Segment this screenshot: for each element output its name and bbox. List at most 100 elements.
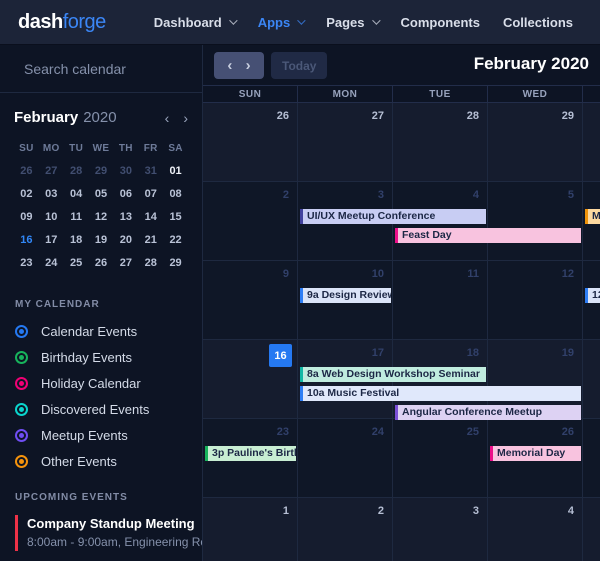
chevron-left-icon[interactable]: ‹ — [165, 111, 170, 125]
cell-date-number: 24 — [372, 426, 384, 438]
calendar-day-cell[interactable]: 28 — [393, 103, 488, 182]
mini-calendar-date[interactable]: 04 — [64, 183, 89, 206]
calendar-event[interactable]: 9a Design Review — [300, 288, 391, 303]
calendar-day-cell[interactable]: 11 — [393, 261, 488, 340]
search-input[interactable] — [24, 61, 203, 77]
calendar-color-dot — [19, 381, 24, 386]
cell-date-number: 11 — [467, 268, 479, 280]
calendar-day-cell[interactable]: 26 — [203, 103, 298, 182]
mini-calendar-date[interactable]: 26 — [89, 252, 114, 275]
mini-calendar-date[interactable]: 27 — [113, 252, 138, 275]
mini-calendar-date[interactable]: 07 — [138, 183, 163, 206]
calendar-event[interactable]: My — [585, 209, 600, 224]
mini-calendar-date[interactable]: 13 — [113, 206, 138, 229]
mini-calendar-date[interactable]: 05 — [89, 183, 114, 206]
upcoming-events-list: Company Standup Meeting8:00am - 9:00am, … — [15, 515, 187, 561]
calendar-event[interactable]: Angular Conference Meetup — [395, 405, 581, 420]
calendar-day-cell[interactable]: 5 — [583, 498, 600, 561]
calendar-day-cell[interactable]: 5 — [488, 182, 583, 261]
mini-calendar-day-header: WE — [89, 138, 114, 160]
app-logo[interactable]: dashforge — [18, 11, 106, 34]
mini-calendar-date[interactable]: 09 — [14, 206, 39, 229]
mini-calendar-header: February 2020 ‹ › — [14, 109, 188, 126]
mini-calendar-date[interactable]: 28 — [138, 252, 163, 275]
calendar-color-dot — [19, 329, 24, 334]
mini-calendar-date[interactable]: 22 — [163, 229, 188, 252]
legend-item-discovered-events[interactable]: Discovered Events — [15, 396, 187, 422]
mini-calendar-date[interactable]: 31 — [138, 160, 163, 183]
mini-calendar-date[interactable]: 17 — [39, 229, 64, 252]
calendar-day-cell[interactable]: 29 — [488, 103, 583, 182]
nav-item-pages[interactable]: Pages — [326, 15, 377, 30]
mini-calendar-date[interactable]: 21 — [138, 229, 163, 252]
legend-item-birthday-events[interactable]: Birthday Events — [15, 344, 187, 370]
cell-date-number: 2 — [283, 189, 289, 201]
calendar-day-cell[interactable]: 12 — [488, 261, 583, 340]
mini-calendar-date[interactable]: 29 — [163, 252, 188, 275]
legend-item-meetup-events[interactable]: Meetup Events — [15, 422, 187, 448]
upcoming-event-time: 8:00am - 9:00am, Engineering Room — [27, 533, 187, 551]
calendar-event[interactable]: Feast Day — [395, 228, 581, 243]
calendar-event[interactable]: 3p Pauline's Birthday — [205, 446, 296, 461]
calendar-day-cell[interactable]: 27 — [583, 419, 600, 498]
calendar-day-cell[interactable]: 25 — [393, 419, 488, 498]
mini-calendar-date[interactable]: 20 — [113, 229, 138, 252]
legend-item-label: Calendar Events — [41, 324, 137, 339]
calendar-day-cell[interactable]: 2 — [298, 498, 393, 561]
calendar-day-cell[interactable]: 2 — [203, 182, 298, 261]
mini-calendar-date[interactable]: 11 — [64, 206, 89, 229]
cell-date-number: 3 — [378, 189, 384, 201]
mini-calendar-date-today[interactable]: 16 — [14, 229, 39, 252]
calendar-day-cell[interactable]: 30 — [583, 103, 600, 182]
calendar-event[interactable]: Memorial Day — [490, 446, 581, 461]
calendar-event[interactable]: UI/UX Meetup Conference — [300, 209, 486, 224]
calendar-day-cell[interactable]: 9 — [203, 261, 298, 340]
legend-item-other-events[interactable]: Other Events — [15, 448, 187, 474]
mini-calendar-date[interactable]: 12 — [89, 206, 114, 229]
mini-calendar-date[interactable]: 23 — [14, 252, 39, 275]
calendar-day-cell[interactable]: 1 — [203, 498, 298, 561]
mini-calendar-date[interactable]: 28 — [64, 160, 89, 183]
mini-calendar-date[interactable]: 30 — [113, 160, 138, 183]
upcoming-events-title: UPCOMING EVENTS — [15, 492, 187, 503]
nav-item-collections[interactable]: Collections — [503, 15, 573, 30]
calendar-event[interactable]: 8a Web Design Workshop Seminar — [300, 367, 486, 382]
calendar-day-cell[interactable]: 4 — [488, 498, 583, 561]
calendar-toolbar: ‹ › Today February 2020 — [203, 45, 600, 85]
mini-calendar-date[interactable]: 14 — [138, 206, 163, 229]
calendar-week-row: 12345 — [203, 498, 600, 561]
calendar-day-cell[interactable]: 3 — [393, 498, 488, 561]
chevron-right-icon[interactable]: › — [183, 111, 188, 125]
chevron-left-icon[interactable]: ‹ — [227, 58, 232, 73]
today-date-badge[interactable]: 16 — [269, 344, 292, 367]
today-button[interactable]: Today — [271, 52, 327, 79]
chevron-right-icon[interactable]: › — [246, 58, 251, 73]
mini-calendar-date[interactable]: 10 — [39, 206, 64, 229]
cell-date-number: 1 — [283, 505, 289, 517]
calendar-event[interactable]: 10a Music Festival — [300, 386, 581, 401]
upcoming-event-item[interactable]: Company Standup Meeting8:00am - 9:00am, … — [15, 515, 187, 551]
legend-item-holiday-calendar[interactable]: Holiday Calendar — [15, 370, 187, 396]
mini-calendar-date[interactable]: 18 — [64, 229, 89, 252]
mini-calendar-date[interactable]: 01 — [163, 160, 188, 183]
calendar-day-cell[interactable]: 20 — [583, 340, 600, 419]
nav-item-apps[interactable]: Apps — [258, 15, 304, 30]
mini-calendar-date[interactable]: 08 — [163, 183, 188, 206]
calendar-event[interactable]: 12 — [585, 288, 600, 303]
mini-calendar-date[interactable]: 06 — [113, 183, 138, 206]
mini-calendar-date[interactable]: 03 — [39, 183, 64, 206]
mini-calendar-date[interactable]: 24 — [39, 252, 64, 275]
mini-calendar-date[interactable]: 29 — [89, 160, 114, 183]
mini-calendar-date[interactable]: 15 — [163, 206, 188, 229]
calendar-day-cell[interactable]: 24 — [298, 419, 393, 498]
legend-item-calendar-events[interactable]: Calendar Events — [15, 318, 187, 344]
calendar-day-cell[interactable]: 16 — [203, 340, 298, 419]
mini-calendar-date[interactable]: 27 — [39, 160, 64, 183]
calendar-day-cell[interactable]: 27 — [298, 103, 393, 182]
mini-calendar-date[interactable]: 25 — [64, 252, 89, 275]
nav-item-dashboard[interactable]: Dashboard — [154, 15, 235, 30]
mini-calendar-date[interactable]: 26 — [14, 160, 39, 183]
mini-calendar-date[interactable]: 02 — [14, 183, 39, 206]
mini-calendar-date[interactable]: 19 — [89, 229, 114, 252]
nav-item-components[interactable]: Components — [401, 15, 480, 30]
